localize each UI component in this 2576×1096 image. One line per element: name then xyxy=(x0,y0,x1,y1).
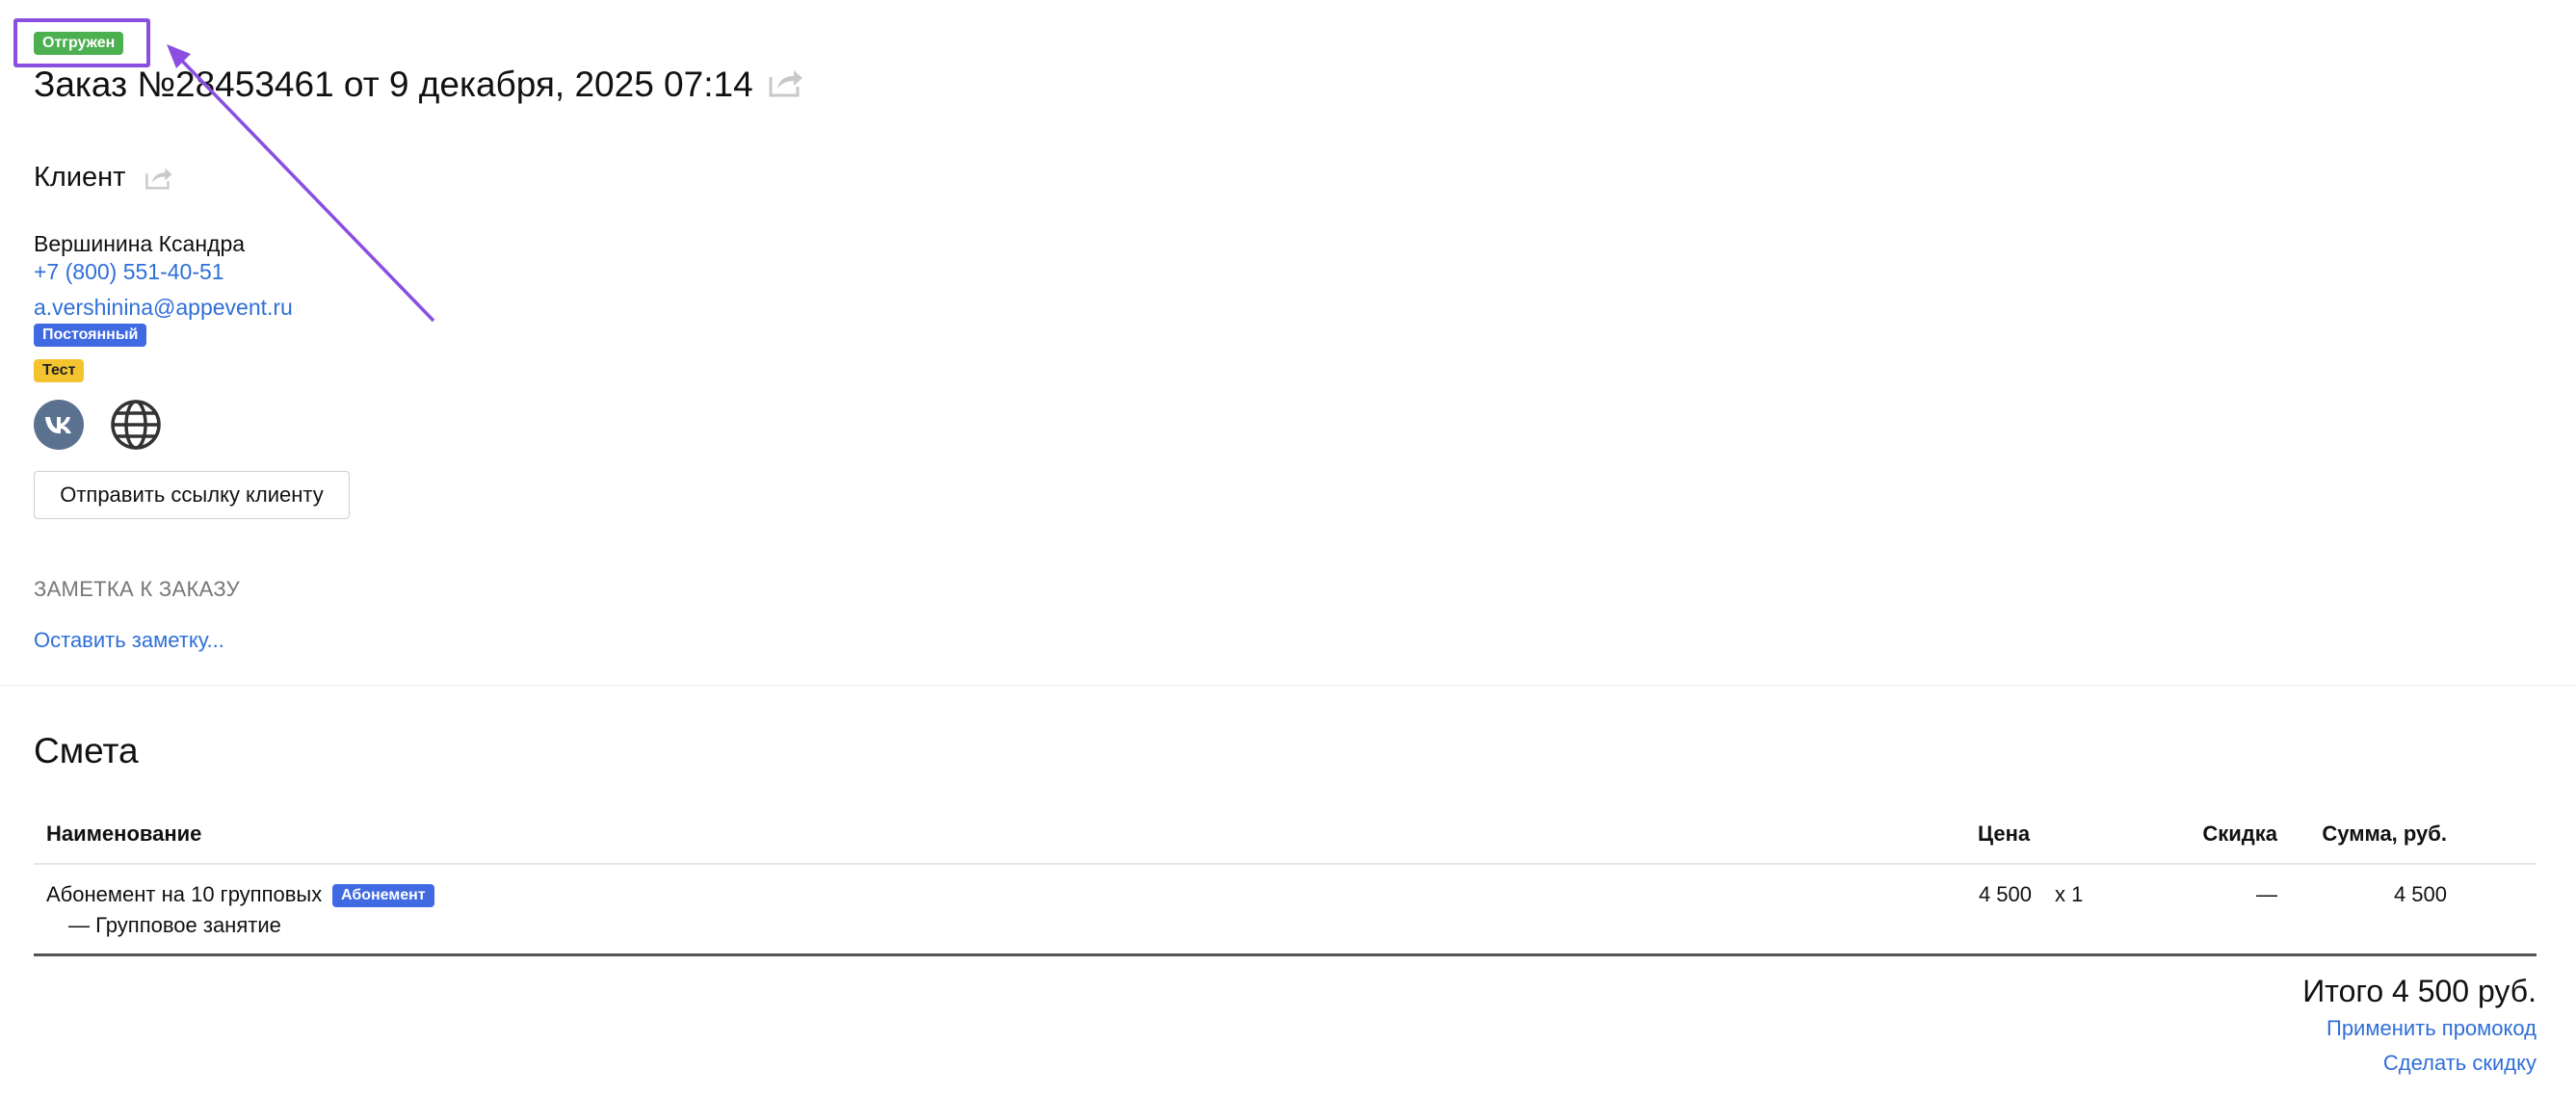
client-tag-test: Тест xyxy=(34,359,85,382)
client-heading: Клиент xyxy=(34,162,126,193)
item-sum: 4 500 xyxy=(2393,882,2447,906)
section-divider xyxy=(0,685,2576,686)
column-header-price: Цена xyxy=(1978,822,2031,846)
order-total: Итого 4 500 руб. xyxy=(2302,974,2537,1008)
table-header-divider xyxy=(34,863,2537,865)
column-header-sum: Сумма, руб. xyxy=(2322,822,2447,846)
item-quantity: x 1 xyxy=(2055,882,2084,906)
send-link-to-client-button[interactable]: Отправить ссылку клиенту xyxy=(34,471,350,519)
annotation-arrow xyxy=(167,44,435,323)
vk-icon[interactable] xyxy=(34,400,84,450)
client-email-link[interactable]: a.vershinina@appevent.ru xyxy=(34,294,293,321)
leave-note-link[interactable]: Оставить заметку... xyxy=(34,627,224,654)
share-icon[interactable] xyxy=(768,67,804,98)
globe-icon[interactable] xyxy=(111,400,161,450)
order-note-heading: ЗАМЕТКА К ЗАКАЗУ xyxy=(34,577,240,601)
client-tag-regular: Постоянный xyxy=(34,324,147,347)
item-type-badge: Абонемент xyxy=(332,884,434,907)
column-header-name: Наименование xyxy=(46,822,202,846)
item-subtitle: — Групповое занятие xyxy=(68,913,281,937)
client-phone-link[interactable]: +7 (800) 551-40-51 xyxy=(34,258,224,285)
apply-promo-code-link[interactable]: Применить промокод xyxy=(2326,1016,2537,1041)
item-name: Абонемент на 10 групповых xyxy=(46,882,323,906)
client-name: Вершинина Ксандра xyxy=(34,231,246,256)
item-discount: — xyxy=(2256,882,2277,906)
item-price: 4 500 xyxy=(1978,882,2032,906)
client-share-icon[interactable] xyxy=(145,166,173,191)
column-header-discount: Скидка xyxy=(2202,822,2277,846)
annotation-highlight-box xyxy=(13,18,150,67)
estimate-heading: Смета xyxy=(34,731,139,770)
page-title: Заказ №28453461 от 9 декабря, 2025 07:14 xyxy=(34,65,753,104)
make-discount-link[interactable]: Сделать скидку xyxy=(2383,1051,2537,1076)
table-bottom-divider xyxy=(34,953,2537,956)
